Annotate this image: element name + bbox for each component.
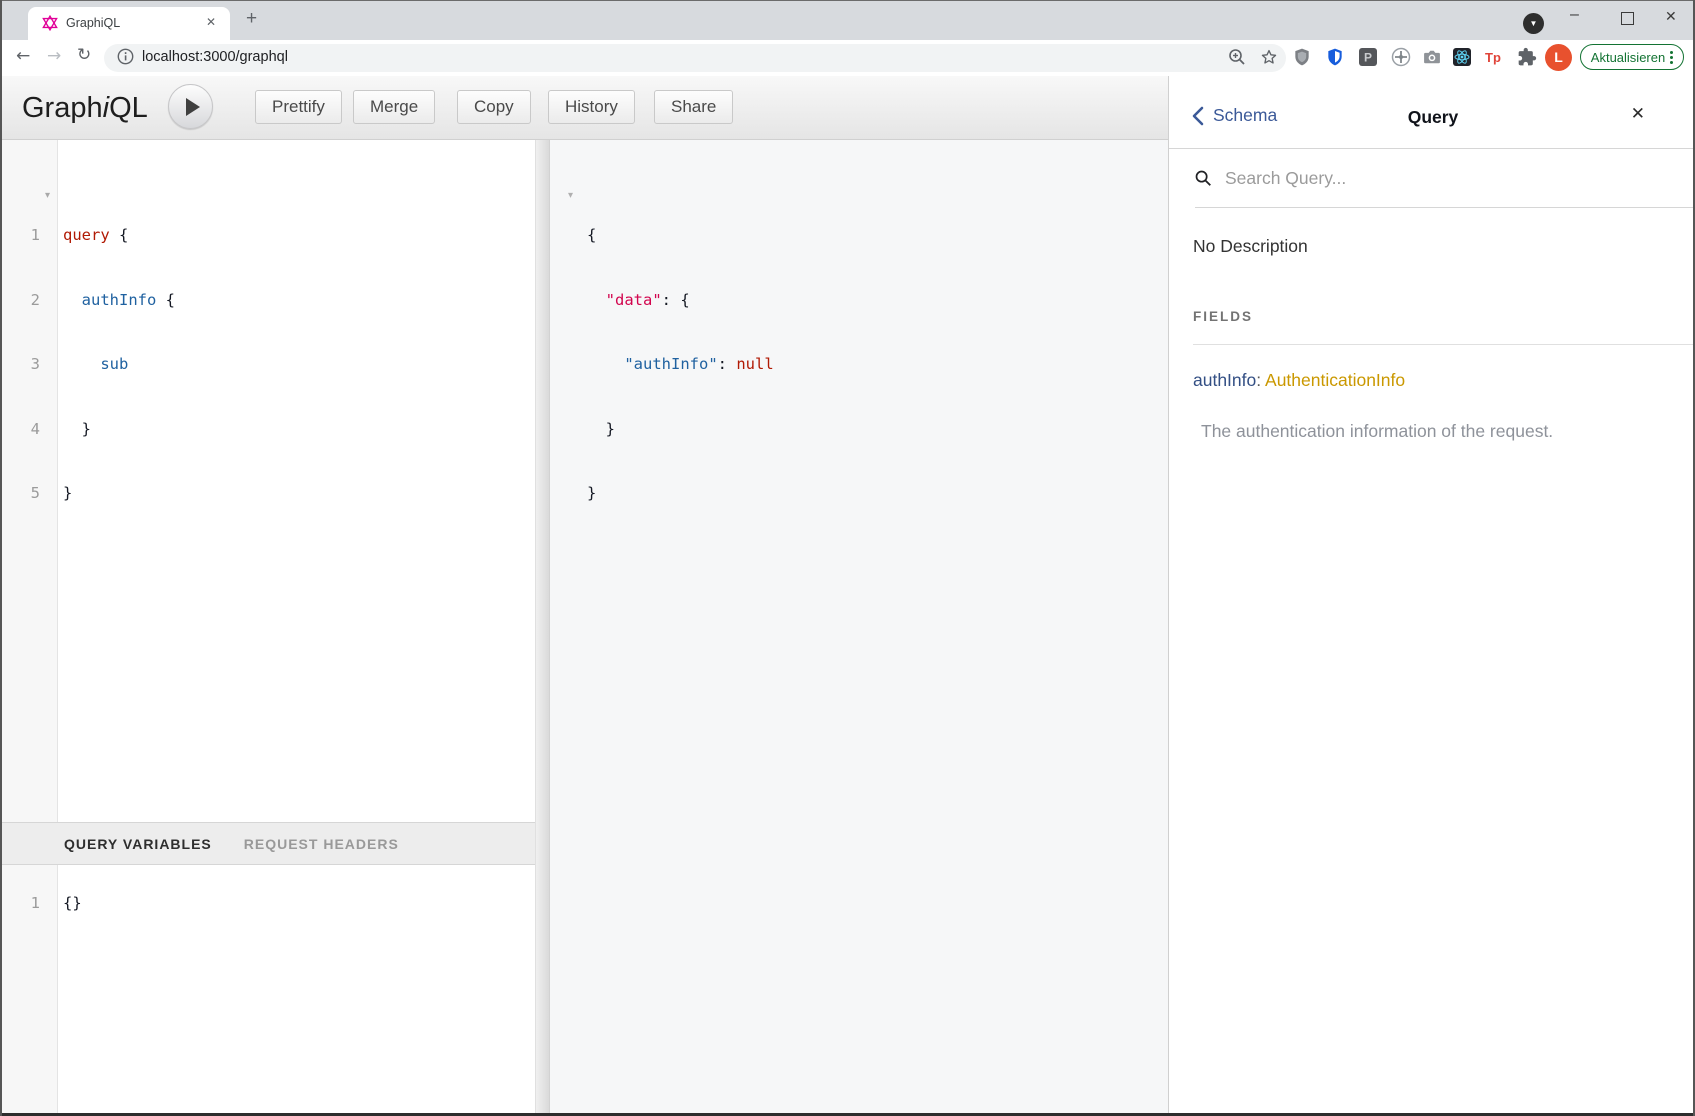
camera-screenshot-icon[interactable] — [1422, 47, 1442, 67]
result-fold-arrow-icon[interactable]: ▾ — [568, 185, 573, 207]
browser-tab[interactable]: GraphiQL ✕ — [28, 7, 230, 40]
query-editor[interactable]: 1 2 3 4 5 ▾ query { authInfo { sub } } Q… — [2, 140, 535, 1113]
graphiql-logo: GraphiQL — [22, 92, 148, 125]
field-row: authInfo: AuthenticationInfo — [1193, 370, 1405, 391]
query-line-numbers: 1 2 3 4 5 — [2, 182, 40, 548]
zoom-level-icon[interactable] — [1228, 48, 1246, 66]
doc-close-icon[interactable]: ✕ — [1631, 104, 1645, 124]
reload-button[interactable]: ↻ — [77, 45, 91, 65]
ublock-origin-icon[interactable] — [1292, 47, 1312, 67]
graphql-favicon-icon — [42, 15, 58, 31]
search-icon — [1195, 170, 1212, 187]
variables-editor[interactable]: 1 {} — [2, 865, 535, 1113]
result-pane: ▾ { "data": { "authInfo": null } } — [550, 140, 1168, 1113]
update-button-label: Aktualisieren — [1591, 50, 1665, 65]
merge-button[interactable]: Merge — [353, 90, 435, 124]
copy-button[interactable]: Copy — [457, 90, 531, 124]
media-controls-button[interactable]: ▼ — [1523, 13, 1544, 34]
doc-search-input[interactable] — [1223, 167, 1647, 190]
bookmark-star-icon[interactable] — [1260, 48, 1278, 66]
share-button[interactable]: Share — [654, 90, 733, 124]
fields-divider — [1193, 344, 1695, 345]
doc-explorer-header: Schema Query ✕ — [1169, 76, 1695, 149]
history-button[interactable]: History — [548, 90, 635, 124]
field-description: The authentication information of the re… — [1201, 421, 1553, 442]
browser-window: GraphiQL ✕ + ▼ – ✕ ← → ↻ localhost:3000/… — [0, 0, 1695, 1116]
play-icon — [186, 98, 200, 116]
doc-search-box — [1195, 149, 1695, 208]
field-name-link[interactable]: authInfo — [1193, 370, 1256, 390]
no-description-text: No Description — [1193, 236, 1308, 257]
tab-title: GraphiQL — [66, 16, 120, 30]
forward-button[interactable]: → — [47, 46, 61, 66]
chrome-update-button[interactable]: Aktualisieren — [1580, 44, 1684, 70]
browser-menu-icon — [1670, 51, 1673, 64]
back-button[interactable]: ← — [16, 46, 30, 66]
profile-avatar[interactable]: L — [1545, 44, 1572, 71]
prettify-button[interactable]: Prettify — [255, 90, 342, 124]
field-separator: : — [1256, 370, 1265, 390]
variables-tab-bar: QUERY VARIABLES REQUEST HEADERS — [2, 822, 535, 865]
tab-close-icon[interactable]: ✕ — [206, 15, 216, 29]
variables-line-number: 1 — [2, 893, 40, 915]
variables-code[interactable]: {} — [63, 893, 82, 915]
svg-text:P: P — [1364, 51, 1372, 65]
doc-explorer-panel: Schema Query ✕ No Description FIELDS aut… — [1168, 76, 1695, 1113]
query-code[interactable]: query { authInfo { sub } } — [63, 182, 175, 548]
pane-resize-divider[interactable] — [535, 140, 550, 1113]
bitwarden-icon[interactable] — [1325, 47, 1345, 67]
result-json: { "data": { "authInfo": null } } — [587, 182, 774, 548]
type-name-link[interactable]: AuthenticationInfo — [1265, 370, 1405, 390]
crosshair-extension-icon[interactable] — [1391, 47, 1411, 67]
react-devtools-icon[interactable] — [1452, 47, 1472, 67]
window-maximize-button[interactable] — [1621, 12, 1634, 25]
fold-arrow-icon[interactable]: ▾ — [45, 185, 50, 207]
doc-explorer-title: Query — [1169, 107, 1695, 128]
window-minimize-button[interactable]: – — [1570, 6, 1579, 24]
page-info-icon[interactable] — [117, 48, 134, 65]
new-tab-button[interactable]: + — [246, 8, 257, 30]
tab-request-headers[interactable]: REQUEST HEADERS — [244, 836, 399, 852]
tab-query-variables[interactable]: QUERY VARIABLES — [64, 836, 212, 852]
extensions-puzzle-icon[interactable] — [1517, 47, 1537, 67]
url-text[interactable]: localhost:3000/graphql — [142, 49, 288, 65]
execute-query-button[interactable] — [168, 84, 213, 129]
window-close-button[interactable]: ✕ — [1665, 8, 1677, 25]
fields-heading: FIELDS — [1193, 309, 1253, 324]
tampermonkey-icon[interactable]: Tp — [1485, 50, 1505, 70]
p-extension-icon[interactable]: P — [1358, 47, 1378, 67]
